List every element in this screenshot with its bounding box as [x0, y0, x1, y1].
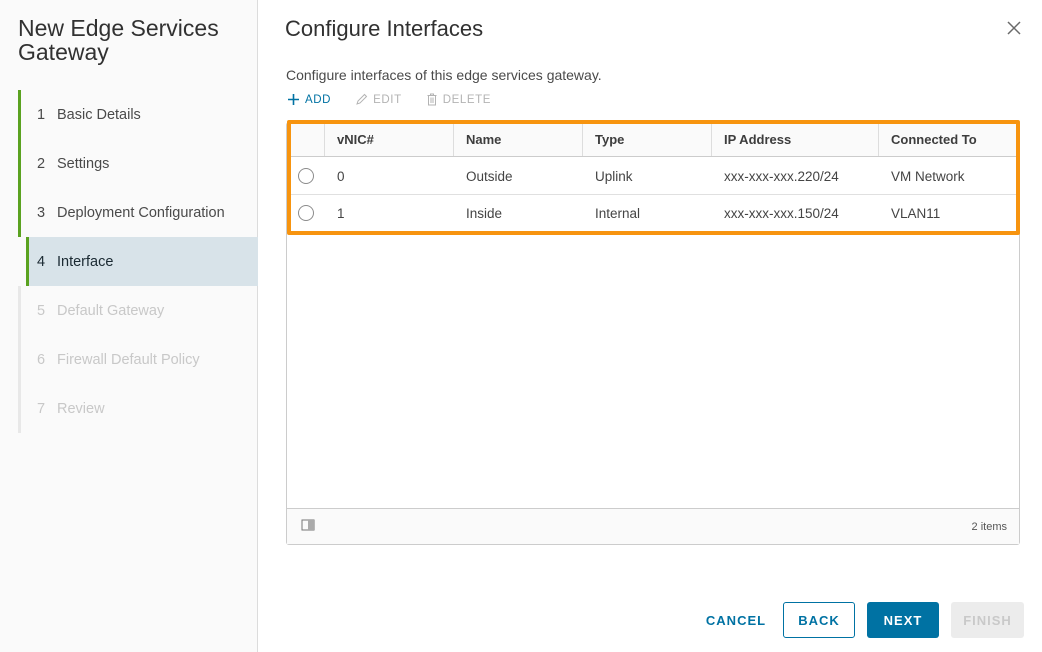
step-label: Review — [57, 400, 105, 417]
back-button[interactable]: BACK — [783, 602, 855, 638]
page-title: Configure Interfaces — [285, 16, 484, 41]
table-row[interactable]: 0 Outside Uplink xxx-xxx-xxx.220/24 VM N… — [287, 158, 1019, 195]
plus-icon — [288, 94, 299, 105]
wizard-title: New Edge Services Gateway — [18, 15, 219, 65]
cell-type: Uplink — [595, 168, 633, 184]
step-label: Firewall Default Policy — [57, 351, 200, 368]
table-row[interactable]: 1 Inside Internal xxx-xxx-xxx.150/24 VLA… — [287, 195, 1019, 232]
step-number: 4 — [37, 253, 46, 270]
edit-button: EDIT — [355, 93, 402, 106]
cell-connected-to: VLAN11 — [891, 205, 941, 221]
wizard-step-review: 7 Review — [18, 384, 258, 433]
delete-button: DELETE — [426, 93, 491, 106]
step-number: 1 — [37, 106, 46, 123]
cell-type: Internal — [595, 205, 641, 221]
step-label: Settings — [57, 155, 110, 172]
step-label: Deployment Configuration — [57, 204, 225, 221]
finish-button: FINISH — [951, 602, 1024, 638]
column-toggle-button[interactable] — [301, 519, 315, 534]
column-header-name[interactable]: Name — [454, 123, 583, 156]
step-number: 6 — [37, 351, 46, 368]
grid-actions: ADD EDIT DELETE — [287, 93, 491, 106]
cell-connected-to: VM Network — [891, 168, 965, 184]
radio-button[interactable] — [298, 168, 314, 184]
column-header-vnic[interactable]: vNIC# — [325, 123, 454, 156]
step-label: Default Gateway — [57, 302, 165, 319]
select-column-header — [287, 123, 325, 156]
page-description: Configure interfaces of this edge servic… — [286, 67, 602, 83]
next-button[interactable]: NEXT — [867, 602, 939, 638]
grid-header: vNIC# Name Type IP Address Connected To — [287, 123, 1019, 157]
add-button[interactable]: ADD — [287, 93, 331, 106]
close-button[interactable] — [1004, 18, 1024, 38]
column-header-type[interactable]: Type — [583, 123, 712, 156]
step-label: Basic Details — [57, 106, 141, 123]
wizard-step-default-gateway: 5 Default Gateway — [18, 286, 258, 335]
column-header-connected-to[interactable]: Connected To — [879, 123, 1019, 156]
column-header-ip-address[interactable]: IP Address — [712, 123, 879, 156]
cell-name: Inside — [466, 205, 503, 221]
wizard-step-basic-details[interactable]: 1 Basic Details — [18, 90, 258, 139]
pencil-icon — [356, 93, 368, 105]
step-number: 3 — [37, 204, 46, 221]
radio-button[interactable] — [298, 205, 314, 221]
cell-vnic: 0 — [337, 168, 345, 184]
step-number: 2 — [37, 155, 46, 172]
wizard-step-deployment-configuration[interactable]: 3 Deployment Configuration — [18, 188, 258, 237]
step-number: 7 — [37, 400, 46, 417]
wizard-content: Configure Interfaces Configure interface… — [258, 0, 1042, 652]
row-select[interactable] — [287, 158, 325, 194]
wizard-step-settings[interactable]: 2 Settings — [18, 139, 258, 188]
item-count: 2 items — [971, 520, 1007, 533]
cell-ip-address: xxx-xxx-xxx.220/24 — [724, 168, 839, 184]
step-number: 5 — [37, 302, 46, 319]
wizard-sidebar: New Edge Services Gateway 1 Basic Detail… — [0, 0, 258, 652]
edit-label: EDIT — [373, 93, 402, 106]
wizard-step-interface[interactable]: 4 Interface — [26, 237, 258, 286]
close-icon — [1007, 21, 1021, 35]
cell-vnic: 1 — [337, 205, 345, 221]
cancel-button[interactable]: CANCEL — [696, 602, 776, 638]
delete-label: DELETE — [442, 93, 492, 106]
cell-ip-address: xxx-xxx-xxx.150/24 — [724, 205, 839, 221]
trash-icon — [427, 93, 437, 106]
grid-footer: 2 items — [287, 508, 1019, 544]
wizard-step-firewall-default-policy: 6 Firewall Default Policy — [18, 335, 258, 384]
columns-icon — [301, 519, 315, 531]
interfaces-datagrid: vNIC# Name Type IP Address Connected To … — [286, 122, 1020, 545]
wizard-steps: 1 Basic Details 2 Settings 3 Deployment … — [18, 90, 258, 433]
add-label: ADD — [305, 93, 332, 106]
cell-name: Outside — [466, 168, 513, 184]
row-select[interactable] — [287, 195, 325, 231]
step-label: Interface — [57, 253, 114, 270]
